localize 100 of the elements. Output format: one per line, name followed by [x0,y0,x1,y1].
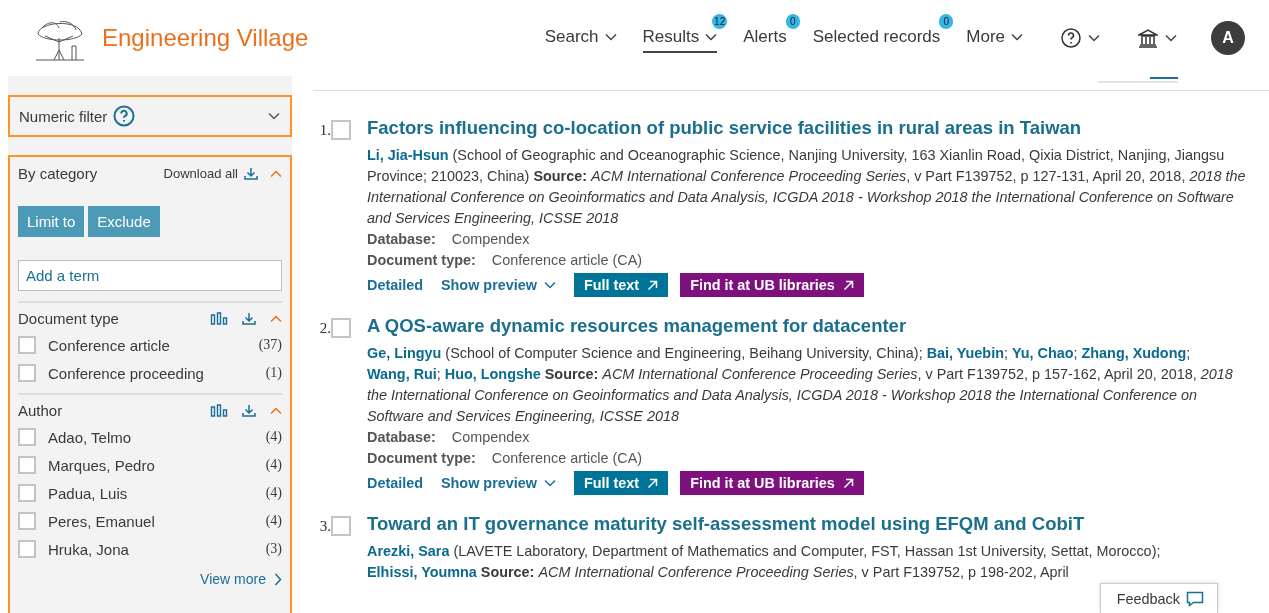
facet-label: Adao, Telmo [48,428,132,446]
field-value: Compendex [451,230,530,249]
external-link-icon [842,477,854,489]
chevron-right-icon [274,572,282,586]
full-text-button[interactable]: Full text [573,471,669,495]
count-badge: 12 [712,14,728,29]
download-icon [242,404,256,417]
facet-label: Padua, Luis [48,484,128,502]
author-link[interactable]: Yu, Chao [1011,345,1074,361]
help-icon [1061,28,1081,48]
citation-text: Li, Jia-Hsun (School of Geographic and Oceanographic Science, Nanjing University, 163 Xianlin Road, Qixia District, Nanjing, Jiangsu Province; 210023, China) Source: ACM International Conference Proceeding Series, v Part F139752, p 127-131, April 20, 2018, 2018 the International Conference on Geoinformatics and Data Analysis, ICGDA 2018 - Workshop 2018 the International Conference on Software and Services Engineering, ICSSE 2018 [367,146,1247,228]
nav-tab[interactable]: Alerts [743,23,787,53]
help-icon [113,105,136,127]
chevron-down-icon [543,281,556,289]
facet-label: Hruka, Jona [48,540,129,558]
checkbox[interactable] [18,364,36,382]
facet-count: (4) [265,429,282,445]
citation-text: Ge, Lingyu (School of Computer Science and Engineering, Beihang University, China); Bai, Yuebin; Yu, Chao; Zhang, Xudong; Wang, Rui; Huo, Longshe Source: ACM International Conference Proceeding Series, v Part F139752, p 157-162, April 20, 2018, 2018 the International Conference on Geoinformatics and Data Analysis, ICGDA 2018 - Workshop 2018 the International Conference on Software and Services Engineering, ICSSE 2018 [367,344,1234,426]
detailed-link[interactable]: Detailed [367,277,423,293]
citation-text: Arezki, Sara (LAVETE Laboratory, Department of Mathematics and Computer, FST, Hassan 1st University, Settat, Morocco); Elhissi, Youmna Source: ACM International Conference Proceeding Series, v Part F139752, p 198-202, April [367,542,1162,582]
facet-count: (4) [265,513,282,529]
result-number: 1. [318,121,331,140]
field-label: Database: [367,428,436,447]
author-link[interactable]: Bai, Yuebin [926,345,1004,361]
external-link-icon [647,279,659,291]
count-badge: 0 [785,14,800,29]
show-preview-link[interactable]: Show preview [441,277,556,293]
facet-count: (4) [265,485,282,501]
bar-chart-icon [210,312,228,325]
full-text-button[interactable]: Full text [573,273,669,297]
nav-tab[interactable]: More [966,23,1023,53]
field-value: Conference article (CA) [491,449,643,468]
filter-button[interactable]: Limit to [18,206,85,237]
checkbox[interactable] [18,512,36,530]
download-icon [242,312,256,325]
download-all-link[interactable]: Download all [163,166,238,181]
panel-title: Numeric filter [19,107,108,125]
chevron-down-icon [1088,34,1100,42]
author-link[interactable]: Wang, Rui [367,366,437,382]
facet-label: Conference article [48,336,170,354]
author-link[interactable]: Elhissi, Youmna [367,564,477,580]
field-value: Conference article (CA) [491,251,643,270]
result-title[interactable]: Factors influencing co-location of public service facilities in rural areas in Taiwan [367,117,1253,139]
result-number: 2. [318,319,331,338]
facet-label: Marques, Pedro [48,456,155,474]
chevron-up-icon [270,314,282,323]
checkbox[interactable] [331,516,351,536]
help-menu[interactable] [1061,28,1100,48]
field-label: Database: [367,230,436,249]
chevron-down-icon [1165,34,1177,42]
site-title[interactable]: Engineering Village [102,24,309,52]
facet-title: Author [18,402,63,419]
download-icon [244,167,258,180]
show-preview-link[interactable]: Show preview [441,475,556,491]
user-avatar[interactable]: A [1211,21,1245,55]
count-badge: 0 [939,14,954,29]
facet-count: (3) [265,541,282,557]
checkbox[interactable] [18,336,36,354]
term-input[interactable]: Add a term [18,260,282,291]
field-label: Document type: [367,251,476,270]
library-button[interactable]: Find it at UB libraries [680,273,864,297]
active-indicator [1150,77,1178,79]
feedback-button[interactable]: Feedback [1099,583,1218,613]
author-link[interactable]: Arezki, Sara [367,543,450,559]
result-title[interactable]: A QOS-aware dynamic resources management for datacenter [367,315,1253,337]
panel-title: By category [18,165,98,182]
nav-tab[interactable]: Selected records [812,23,941,53]
author-link[interactable]: Ge, Lingyu [367,345,442,361]
author-link[interactable]: Li, Jia-Hsun [367,147,449,163]
institution-menu[interactable] [1138,28,1177,48]
checkbox[interactable] [331,318,351,338]
chevron-up-icon [270,406,282,415]
nav-tab[interactable]: Search [544,23,617,53]
numeric-filter-panel[interactable]: Numeric filter [8,95,292,137]
result-title[interactable]: Toward an IT governance maturity self-assessment model using EFQM and CobiT [367,513,1253,535]
checkbox[interactable] [18,428,36,446]
checkbox[interactable] [18,484,36,502]
facet-title: Document type [18,310,119,327]
checkbox[interactable] [18,456,36,474]
result-number: 3. [318,517,331,536]
field-label: Document type: [367,449,476,468]
checkbox[interactable] [331,120,351,140]
institution-icon [1138,28,1158,48]
author-link[interactable]: Huo, Longshe [444,366,541,382]
checkbox[interactable] [18,540,36,558]
field-value: Compendex [451,428,530,447]
facet-label: Conference proceeding [48,364,204,382]
chevron-down-icon [268,112,280,120]
external-link-icon [842,279,854,291]
facet-count: (4) [265,457,282,473]
external-link-icon [647,477,659,489]
chevron-up-icon [270,169,282,178]
filter-button[interactable]: Exclude [88,206,160,237]
view-more-link[interactable]: View more [200,571,266,587]
chat-bubble-icon [1186,591,1204,607]
bar-chart-icon [210,404,228,417]
detailed-link[interactable]: Detailed [367,475,423,491]
library-button[interactable]: Find it at UB libraries [680,471,864,495]
facet-count: (37) [258,337,282,353]
chevron-down-icon [543,479,556,487]
